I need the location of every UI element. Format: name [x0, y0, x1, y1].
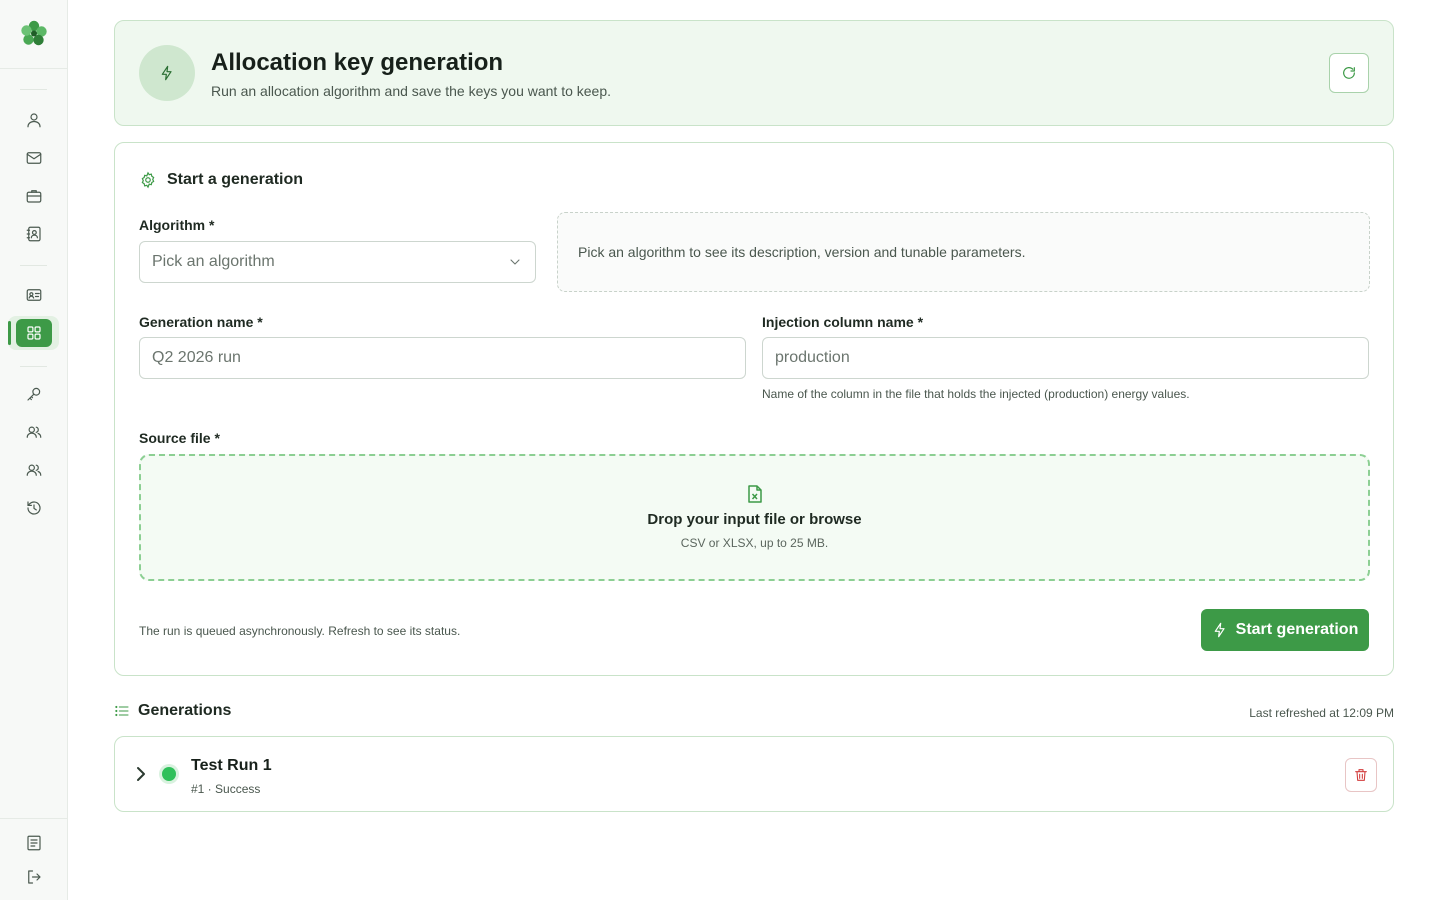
nav-users-icon[interactable]	[23, 421, 45, 443]
chevron-right-icon[interactable]	[133, 764, 149, 784]
start-generation-label: Start generation	[1235, 621, 1359, 638]
nav-users-group-icon[interactable]	[23, 459, 45, 481]
nav-document-icon[interactable]	[23, 832, 45, 854]
source-file-label: Source file *	[139, 430, 220, 446]
spreadsheet-file-icon	[747, 485, 762, 503]
page-subtitle: Run an allocation algorithm and save the…	[211, 83, 612, 99]
generation-form: Start a generation Algorithm * Pick an a…	[114, 142, 1394, 676]
page-header: Allocation key generation Run an allocat…	[114, 20, 1394, 126]
generations-heading: Generations	[114, 702, 231, 720]
algorithm-hint: Pick an algorithm to see its description…	[578, 244, 1026, 260]
grid-icon	[16, 319, 52, 347]
injection-column-label: Injection column name *	[762, 314, 924, 330]
last-refreshed: Last refreshed at 12:09 PM	[1249, 706, 1394, 720]
generation-name-placeholder: Q2 2026 run	[152, 349, 241, 366]
page-title: Allocation key generation	[211, 49, 504, 76]
generation-name-input[interactable]: Q2 2026 run	[139, 337, 746, 379]
nav-grid-active[interactable]	[8, 316, 59, 350]
section-heading: Start a generation	[139, 171, 303, 189]
section-title: Start a generation	[167, 171, 304, 188]
nav-history-icon[interactable]	[23, 497, 45, 519]
nav-mail-icon[interactable]	[23, 147, 45, 169]
algorithm-select[interactable]: Pick an algorithm	[139, 241, 536, 283]
algorithm-placeholder: Pick an algorithm	[152, 253, 275, 270]
bolt-icon	[139, 45, 195, 101]
nav-contact-book-icon[interactable]	[23, 223, 45, 245]
nav-logout-icon[interactable]	[23, 866, 45, 888]
injection-column-input[interactable]: production	[762, 337, 1369, 379]
sidebar-divider	[0, 818, 68, 819]
queue-note: The run is queued asynchronously. Refres…	[139, 624, 461, 638]
dropzone-title: Drop your input file or browse	[647, 511, 862, 528]
injection-column-help: Name of the column in the file that hold…	[762, 387, 1190, 401]
nav-briefcase-icon[interactable]	[23, 185, 45, 207]
chevron-down-icon	[510, 259, 520, 265]
list-item[interactable]: Test Run 1 #1 · Success	[114, 736, 1394, 812]
generation-name: Test Run 1	[191, 757, 272, 774]
nav-user-icon[interactable]	[23, 109, 45, 131]
bolt-icon	[1214, 622, 1225, 638]
algorithm-description-panel: Pick an algorithm to see its description…	[557, 212, 1370, 292]
refresh-icon	[1343, 67, 1355, 79]
sidebar	[0, 0, 68, 900]
nav-key-icon[interactable]	[23, 383, 45, 405]
trash-icon	[1355, 769, 1367, 781]
injection-column-value: production	[775, 349, 850, 366]
generation-name-label: Generation name *	[139, 314, 263, 330]
algorithm-label: Algorithm *	[139, 217, 215, 233]
sidebar-divider	[0, 68, 68, 69]
generation-meta: #1 · Success	[191, 782, 261, 796]
generations-title: Generations	[138, 702, 232, 719]
dropzone-subtitle: CSV or XLSX, up to 25 MB.	[680, 536, 829, 550]
clover-logo-icon[interactable]	[19, 18, 49, 48]
file-dropzone[interactable]: Drop your input file or browse CSV or XL…	[139, 454, 1370, 581]
sidebar-separator	[20, 366, 47, 367]
list-icon	[115, 705, 129, 717]
gear-icon	[141, 171, 155, 189]
delete-button[interactable]	[1345, 758, 1377, 792]
active-indicator	[8, 321, 11, 345]
start-generation-button[interactable]: Start generation	[1201, 609, 1369, 651]
sidebar-separator	[20, 89, 47, 90]
nav-id-card-icon[interactable]	[23, 284, 45, 306]
status-indicator	[162, 767, 176, 781]
refresh-button[interactable]	[1329, 53, 1369, 93]
sidebar-separator	[20, 265, 47, 266]
